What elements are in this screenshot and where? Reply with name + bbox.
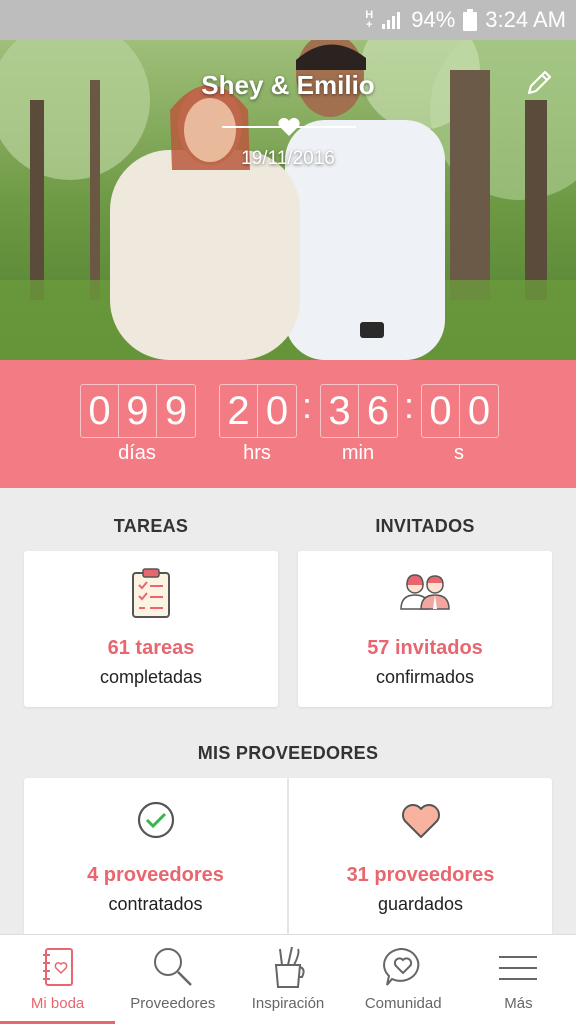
couple-name: Shey & Emilio <box>201 70 375 100</box>
couple-hero: Shey & Emilio 19/11/2016 <box>0 40 576 360</box>
countdown-banner: 0 9 9 2 0 : 3 6 : 0 0 días hrs min s <box>0 360 576 488</box>
clipboard-checklist-icon <box>132 568 170 618</box>
countdown-hours: 2 0 <box>219 384 297 438</box>
network-type-indicator: H + <box>365 9 374 31</box>
nav-label: Mi boda <box>30 995 85 1012</box>
digit: 6 <box>366 389 390 433</box>
hired-subtitle: contratados <box>108 894 203 914</box>
edit-pencil-icon[interactable] <box>524 68 554 98</box>
guests-subtitle: confirmados <box>375 667 475 687</box>
digit: 3 <box>321 385 359 437</box>
saved-subtitle: guardados <box>377 894 464 914</box>
digit: 0 <box>265 389 289 433</box>
heart-divider-icon <box>222 117 356 136</box>
guests-count: 57 invitados <box>367 637 483 659</box>
notebook-icon <box>42 948 73 986</box>
menu-icon <box>499 956 538 980</box>
minutes-label: min <box>341 442 375 464</box>
wedding-date: 19/11/2016 <box>241 148 335 169</box>
countdown-minutes: 3 6 <box>320 384 398 438</box>
guests-title: INVITADOS <box>375 516 475 536</box>
digit: 9 <box>164 389 188 433</box>
saved-vendors-card[interactable]: 31 proveedores guardados <box>289 778 552 938</box>
hired-count: 4 proveedores <box>87 864 224 886</box>
digit: 0 <box>422 385 460 437</box>
digit: 0 <box>467 389 491 433</box>
digit: 0 <box>81 385 119 437</box>
days-label: días <box>118 442 156 464</box>
nav-comunidad[interactable]: Comunidad <box>346 935 461 1024</box>
tasks-title: TAREAS <box>113 516 189 536</box>
separator: : <box>404 385 415 426</box>
nav-mas[interactable]: Más <box>461 935 576 1024</box>
separator: : <box>302 385 313 426</box>
tasks-card[interactable]: 61 tareas completadas <box>24 551 278 707</box>
nav-mi-boda[interactable]: Mi boda <box>0 935 116 1024</box>
saved-count: 31 proveedores <box>346 864 495 886</box>
guests-card[interactable]: 57 invitados confirmados <box>298 551 552 707</box>
hired-vendors-card[interactable]: 4 proveedores contratados <box>24 778 287 938</box>
hours-label: hrs <box>243 442 271 464</box>
pencil-cup-icon <box>274 946 305 988</box>
battery-icon <box>463 9 478 31</box>
countdown-seconds: 0 0 <box>421 384 499 438</box>
nav-label: Comunidad <box>364 995 442 1012</box>
vendors-title: MIS PROVEEDORES <box>197 743 379 763</box>
digit: 9 <box>119 385 157 437</box>
clock: 3:24 AM <box>485 7 566 32</box>
check-circle-icon <box>137 801 174 839</box>
nav-label: Inspiración <box>251 995 325 1012</box>
nav-label: Proveedores <box>130 995 216 1012</box>
seconds-label: s <box>454 442 464 464</box>
battery-percent: 94% <box>411 7 456 32</box>
signal-icon <box>382 12 401 29</box>
status-bar: H + 94% 3:24 AM <box>0 0 576 40</box>
search-icon <box>153 948 192 986</box>
tasks-subtitle: completadas <box>99 667 203 687</box>
bottom-navigation: Mi boda Proveedores Inspiración Comunida… <box>0 934 576 1024</box>
countdown-days: 0 9 9 <box>80 384 196 438</box>
digit: 2 <box>220 385 258 437</box>
nav-label: Más <box>504 995 533 1012</box>
guests-couple-icon <box>400 574 450 610</box>
heart-icon <box>401 804 440 838</box>
chat-heart-icon <box>383 947 420 986</box>
nav-proveedores[interactable]: Proveedores <box>115 935 230 1024</box>
nav-inspiracion[interactable]: Inspiración <box>230 935 345 1024</box>
tasks-count: 61 tareas <box>107 637 195 659</box>
